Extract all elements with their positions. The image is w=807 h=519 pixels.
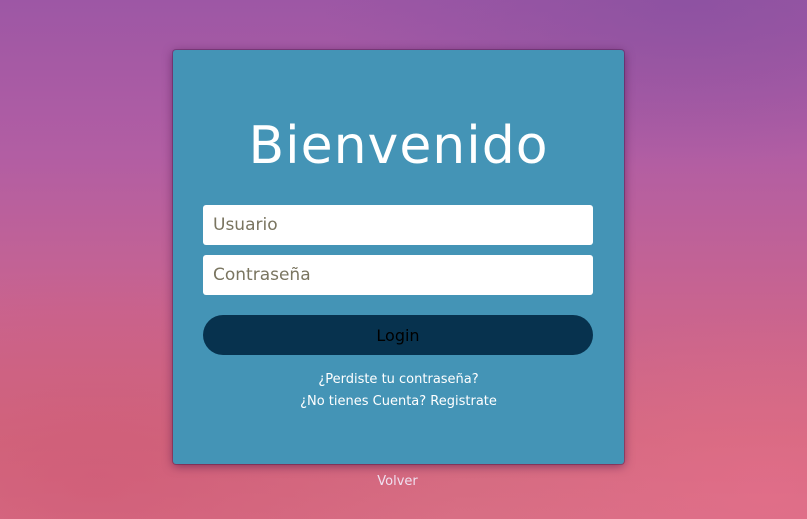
page-title: Bienvenido [248,116,549,176]
password-input[interactable] [203,255,593,295]
forgot-password-link[interactable]: ¿Perdiste tu contraseña? [173,369,624,391]
back-link[interactable]: Volver [0,473,795,491]
username-input[interactable] [203,205,593,245]
register-link[interactable]: ¿No tienes Cuenta? Registrate [173,391,624,413]
login-card: Bienvenido Login ¿Perdiste tu contraseña… [173,50,624,464]
auth-links: ¿Perdiste tu contraseña? ¿No tienes Cuen… [173,369,624,413]
login-button[interactable]: Login [203,315,593,355]
